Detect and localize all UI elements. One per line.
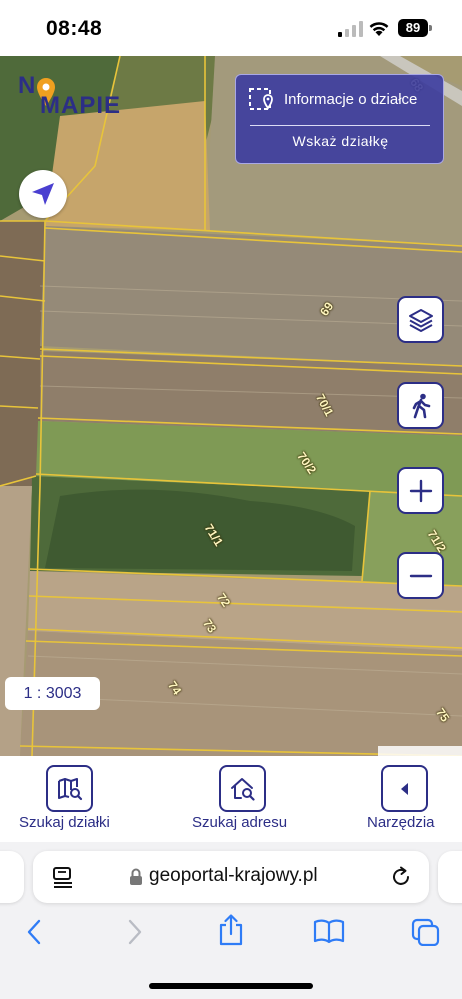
logo-text-top: N [18,72,37,99]
wifi-icon [369,22,389,36]
layers-button[interactable] [397,296,444,343]
lock-icon [130,868,142,885]
brand-logo: N MAPIE [18,72,128,119]
point-parcel-button[interactable]: Wskaż działkę [236,133,445,149]
previous-tab-peek[interactable] [0,851,24,903]
share-icon[interactable] [218,914,244,946]
zoom-out-button[interactable] [397,552,444,599]
tool-icon-frame [381,765,428,812]
parcel-info-title: Informacje o działce [284,91,418,108]
parcel-select-icon [249,88,273,110]
search-address-button[interactable]: Szukaj adresu [180,756,310,842]
battery-icon: 89 [398,19,428,37]
browser-chrome: geoportal-krajowy.pl [0,842,462,999]
pedestrian-icon [412,393,431,419]
tool-icon-frame [219,765,266,812]
logo-text-bottom: MAPIE [40,92,122,119]
tools-label: Narzędzia [367,814,435,831]
cellular-signal-icon [338,21,363,37]
zoom-in-button[interactable] [397,467,444,514]
reader-mode-icon[interactable] [51,866,75,888]
url-text: geoportal-krajowy.pl [149,865,318,886]
map-scale: 1 : 3003 [5,677,100,710]
bookmarks-icon[interactable] [313,918,345,944]
locate-arrow-icon [32,183,54,205]
bottom-toolbar: Szukaj działki Szukaj adresu Narzędzia [0,756,462,842]
battery-nub [429,25,432,31]
reload-icon[interactable] [390,866,412,888]
browser-nav-row [0,914,462,954]
locate-me-button[interactable] [19,170,67,218]
zoom-in-icon [409,479,433,503]
parcel-info-panel: Informacje o działce Wskaż działkę [235,74,444,164]
map-search-icon [58,778,83,801]
search-address-label: Szukaj adresu [192,814,288,831]
address-bar[interactable]: geoportal-krajowy.pl [33,851,429,903]
back-icon[interactable] [25,918,45,946]
clock: 08:48 [46,17,103,40]
search-parcel-button[interactable]: Szukaj działki [0,756,140,842]
status-bar: 08:48 89 [0,0,462,56]
tools-button[interactable]: Narzędzia [356,756,462,842]
street-view-button[interactable] [397,382,444,429]
parcel-info-header[interactable]: Informacje o działce [248,87,438,113]
home-search-icon [231,778,255,801]
screen: 08:48 89 69 70/1 70/2 71/1 71/2 72 73 74… [0,0,462,999]
layers-icon [409,309,433,332]
tool-icon-frame [46,765,93,812]
chevron-left-icon [401,783,408,795]
forward-icon[interactable] [124,918,144,946]
tabs-icon[interactable] [411,918,441,946]
map-view[interactable]: 69 70/1 70/2 71/1 71/2 72 73 74 75 68 N … [0,56,462,756]
zoom-out-icon [409,574,433,578]
divider [250,125,430,126]
home-indicator [149,983,313,989]
search-parcel-label: Szukaj działki [19,814,110,831]
next-tab-peek[interactable] [438,851,462,903]
